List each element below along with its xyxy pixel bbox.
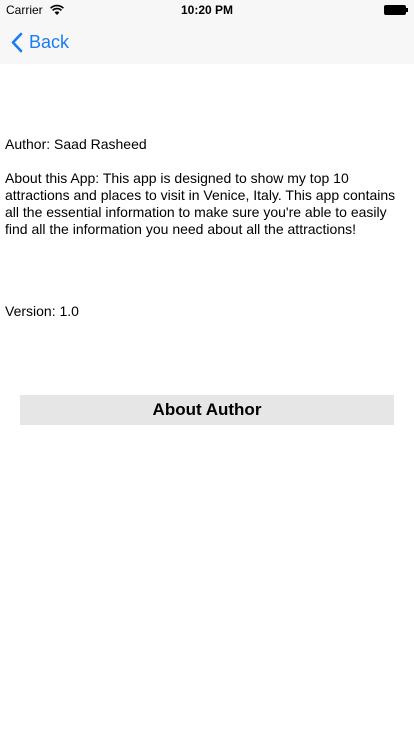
chevron-left-icon [11,32,23,52]
about-author-button[interactable]: About Author [20,395,394,425]
status-time: 10:20 PM [180,3,234,17]
about-app-text: About this App: This app is designed to … [5,170,396,237]
back-label: Back [29,32,70,52]
navigation-bar: Back [0,20,414,64]
back-button[interactable]: Back [10,30,69,54]
status-bar: Carrier 10:20 PM [0,0,414,20]
author-label: Author: Saad Rasheed [5,136,147,152]
version-label: Version: 1.0 [5,303,79,319]
battery-icon [384,5,408,15]
